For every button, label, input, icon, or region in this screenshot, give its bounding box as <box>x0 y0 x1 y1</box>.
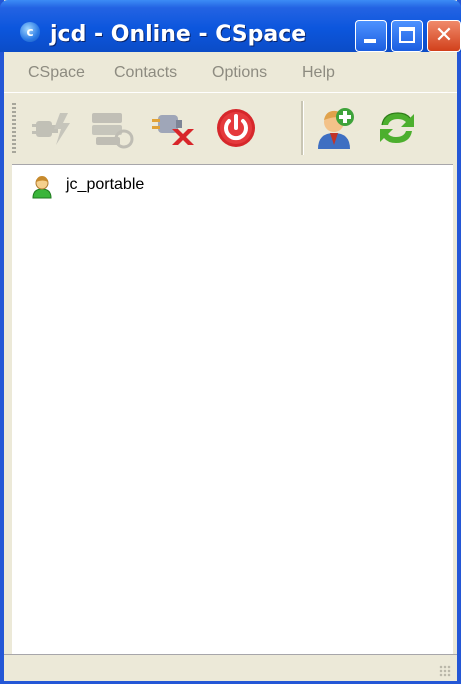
title-bar[interactable]: c jcd - Online - CSpace ✕ <box>0 0 461 52</box>
maximize-icon <box>399 27 415 43</box>
toolbar <box>4 92 457 163</box>
refresh-button[interactable] <box>374 105 420 151</box>
menu-contacts[interactable]: Contacts <box>114 64 177 82</box>
power-off-button[interactable] <box>213 105 259 151</box>
menu-cspace[interactable]: CSpace <box>28 64 85 82</box>
network-servers-icon <box>92 113 134 149</box>
toolbar-grip[interactable] <box>12 103 16 155</box>
add-contact-button[interactable] <box>312 105 358 151</box>
online-user-icon <box>32 176 52 199</box>
disconnect-icon <box>152 115 194 145</box>
disconnect-button[interactable] <box>150 105 196 151</box>
minimize-button[interactable] <box>355 20 387 52</box>
connect-button[interactable] <box>30 105 76 151</box>
refresh-icon <box>380 112 414 143</box>
add-contact-icon <box>318 108 354 149</box>
close-icon: ✕ <box>434 23 454 48</box>
menu-help[interactable]: Help <box>302 64 335 82</box>
minimize-icon <box>364 39 376 43</box>
resize-grip-icon[interactable] <box>439 665 451 677</box>
power-off-icon <box>217 109 255 147</box>
menu-bar: CSpace Contacts Options Help <box>4 52 457 92</box>
contact-list: jc_portable <box>12 164 453 655</box>
cspace-app-icon[interactable]: c <box>20 22 40 42</box>
contact-name: jc_portable <box>66 176 145 193</box>
app-window: c jcd - Online - CSpace ✕ CSpace Contact… <box>0 0 461 684</box>
close-button[interactable]: ✕ <box>427 20 461 52</box>
network-button[interactable] <box>88 105 134 151</box>
window-title: jcd - Online - CSpace <box>50 22 307 47</box>
toolbar-separator <box>301 101 304 155</box>
status-bar <box>4 654 457 681</box>
maximize-button[interactable] <box>391 20 423 52</box>
menu-options[interactable]: Options <box>212 64 267 82</box>
connect-plug-icon <box>32 113 70 145</box>
